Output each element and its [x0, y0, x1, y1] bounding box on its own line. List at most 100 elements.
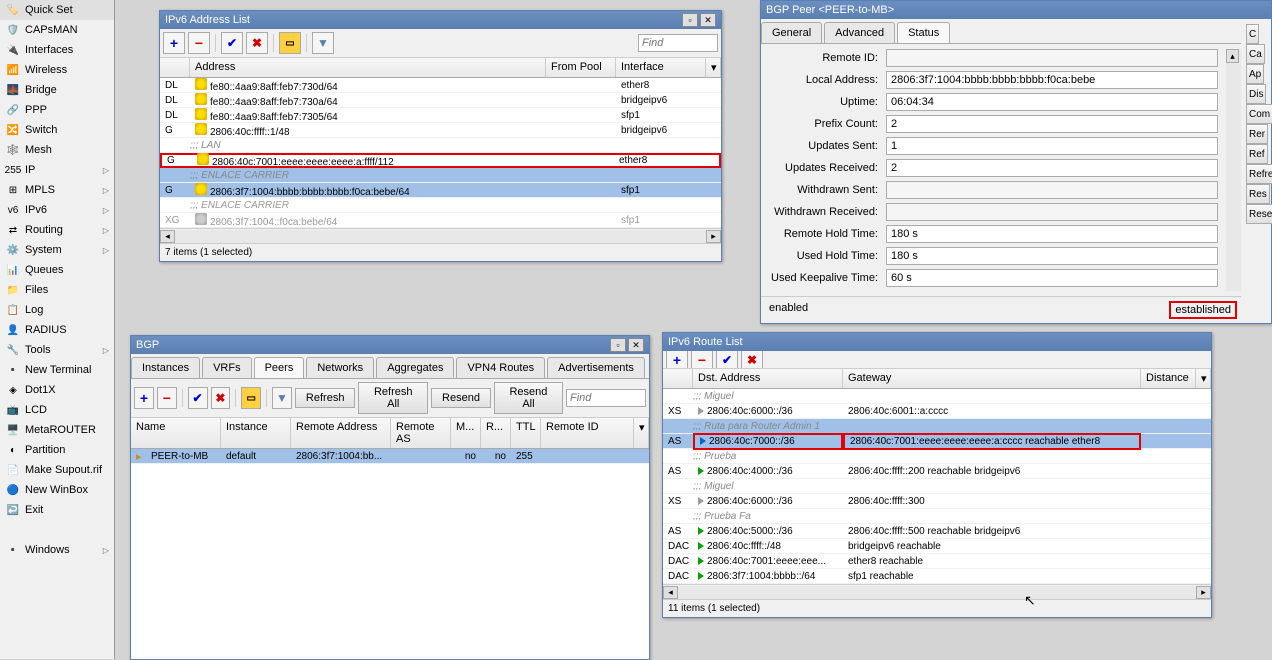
sidebar-item[interactable]: 📺LCD	[0, 400, 114, 420]
table-row[interactable]: ;;; Miguel	[663, 479, 1211, 494]
table-row[interactable]: XS2806:40c:6000::/362806:40c:ffff::300	[663, 494, 1211, 509]
enable-button[interactable]: ✔	[221, 32, 243, 54]
scroll-right-icon[interactable]: ▸	[1196, 586, 1211, 599]
table-row[interactable]: AS2806:40c:5000::/362806:40c:ffff::500 r…	[663, 524, 1211, 539]
tab[interactable]: Advanced	[824, 22, 895, 43]
sidebar-item[interactable]: 🕸️Mesh	[0, 140, 114, 160]
sidebar-item[interactable]: ⚙️System▷	[0, 240, 114, 260]
sidebar-item[interactable]: 📄Make Supout.rif	[0, 460, 114, 480]
find-input[interactable]	[566, 389, 646, 407]
column-header[interactable]: TTL	[511, 418, 541, 448]
sidebar-item[interactable]: ⇄Routing▷	[0, 220, 114, 240]
tab[interactable]: VPN4 Routes	[456, 357, 545, 378]
tab[interactable]: Aggregates	[376, 357, 454, 378]
table-row[interactable]: AS2806:40c:4000::/362806:40c:ffff::200 r…	[663, 464, 1211, 479]
add-button[interactable]: +	[134, 387, 154, 409]
comment-button[interactable]: ▭	[241, 387, 261, 409]
col-dropdown[interactable]: ▾	[706, 58, 721, 77]
tab[interactable]: Networks	[306, 357, 374, 378]
tab[interactable]: Status	[897, 22, 950, 43]
disable-button[interactable]: ✖	[741, 351, 763, 369]
comment-button[interactable]: ▭	[279, 32, 301, 54]
col-from-pool[interactable]: From Pool	[546, 58, 616, 77]
find-input[interactable]	[638, 34, 718, 52]
enable-button[interactable]: ✔	[716, 351, 738, 369]
scroll-right-icon[interactable]: ▸	[706, 230, 721, 243]
action-button[interactable]: Ap	[1246, 64, 1264, 84]
sidebar-item[interactable]: ◐Partition	[0, 440, 114, 460]
col-address[interactable]: Address	[190, 58, 546, 77]
table-row[interactable]: ;;; Prueba Fa	[663, 509, 1211, 524]
close-button[interactable]: ✕	[628, 338, 644, 352]
tab[interactable]: Advertisements	[547, 357, 645, 378]
title-bar[interactable]: IPv6 Address List ▫ ✕	[160, 11, 721, 29]
minimize-button[interactable]: ▫	[682, 13, 698, 27]
sidebar-item[interactable]: ◈Dot1X	[0, 380, 114, 400]
sidebar-item[interactable]: v6IPv6▷	[0, 200, 114, 220]
sidebar-item[interactable]: 🏷️Quick Set	[0, 0, 114, 20]
column-header[interactable]: Remote AS	[391, 418, 451, 448]
sidebar-item[interactable]: 🔧Tools▷	[0, 340, 114, 360]
table-row[interactable]: G2806:3f7:1004:bbbb:bbbb:bbbb:f0ca:bebe/…	[160, 183, 721, 198]
action-button[interactable]: Ref	[1246, 144, 1268, 164]
minimize-button[interactable]: ▫	[610, 338, 626, 352]
table-row[interactable]: G2806:40c:7001:eeee:eeee:eeee:a:ffff/112…	[160, 153, 721, 168]
col-gateway[interactable]: Gateway	[843, 369, 1141, 388]
tab[interactable]: VRFs	[202, 357, 252, 378]
sidebar-item[interactable]	[0, 520, 114, 540]
table-row[interactable]: DAC2806:40c:7001:eeee:eee...ether8 reach…	[663, 554, 1211, 569]
col-dropdown[interactable]: ▾	[1196, 369, 1211, 388]
sidebar-item[interactable]: 📊Queues	[0, 260, 114, 280]
column-header[interactable]: Remote ID	[541, 418, 634, 448]
vscroll[interactable]: ▴	[1226, 49, 1241, 291]
action-button[interactable]: Refre	[1246, 164, 1272, 184]
remove-button[interactable]: −	[188, 32, 210, 54]
action-button[interactable]: C	[1246, 24, 1259, 44]
sidebar-item[interactable]: 🖥️MetaROUTER	[0, 420, 114, 440]
sidebar-item[interactable]: ⊞MPLS▷	[0, 180, 114, 200]
disable-button[interactable]: ✖	[211, 387, 231, 409]
action-button[interactable]: Ca	[1246, 44, 1265, 64]
remove-button[interactable]: −	[691, 351, 713, 369]
action-button[interactable]: Rese	[1246, 204, 1272, 224]
col-distance[interactable]: Distance	[1141, 369, 1196, 388]
refresh-all-button[interactable]: Refresh All	[358, 382, 428, 414]
sidebar-item[interactable]: 255IP▷	[0, 160, 114, 180]
sidebar-item[interactable]: 🔀Switch	[0, 120, 114, 140]
filter-button[interactable]: ▼	[312, 32, 334, 54]
resend-all-button[interactable]: Resend All	[494, 382, 563, 414]
add-button[interactable]: +	[666, 351, 688, 369]
sidebar-item[interactable]: 🛡️CAPsMAN	[0, 20, 114, 40]
disable-button[interactable]: ✖	[246, 32, 268, 54]
sidebar-item[interactable]: ▪️Windows▷	[0, 540, 114, 560]
sidebar-item[interactable]: 🔗PPP	[0, 100, 114, 120]
bgp-peer-row[interactable]: ▸ PEER-to-MB default 2806:3f7:1004:bb...…	[131, 449, 649, 464]
table-row[interactable]: DAC2806:40c:ffff::/48bridgeipv6 reachabl…	[663, 539, 1211, 554]
sidebar-item[interactable]: 🔵New WinBox	[0, 480, 114, 500]
scroll-left-icon[interactable]: ◂	[663, 586, 678, 599]
table-row[interactable]: XS2806:40c:6000::/362806:40c:6001::a:ccc…	[663, 404, 1211, 419]
table-row[interactable]: AS2806:40c:7000::/362806:40c:7001:eeee:e…	[663, 434, 1211, 449]
col-interface[interactable]: Interface	[616, 58, 706, 77]
scroll-left-icon[interactable]: ◂	[160, 230, 175, 243]
tab[interactable]: Instances	[131, 357, 200, 378]
table-row[interactable]: ;;; Prueba	[663, 449, 1211, 464]
table-row[interactable]: G2806:40c:ffff::1/48bridgeipv6	[160, 123, 721, 138]
action-button[interactable]: Res	[1246, 184, 1270, 204]
column-header[interactable]: R...	[481, 418, 511, 448]
sidebar-item[interactable]: 📁Files	[0, 280, 114, 300]
filter-button[interactable]: ▼	[272, 387, 292, 409]
sidebar-item[interactable]: 👤RADIUS	[0, 320, 114, 340]
sidebar-item[interactable]: ▪️New Terminal	[0, 360, 114, 380]
enable-button[interactable]: ✔	[188, 387, 208, 409]
sidebar-item[interactable]: ↩️Exit	[0, 500, 114, 520]
sidebar-item[interactable]: 📋Log	[0, 300, 114, 320]
sidebar-item[interactable]: 🌉Bridge	[0, 80, 114, 100]
resend-button[interactable]: Resend	[431, 388, 491, 408]
hscroll[interactable]: ◂ ▸	[663, 584, 1211, 599]
refresh-button[interactable]: Refresh	[295, 388, 356, 408]
table-row[interactable]: ;;; LAN	[160, 138, 721, 153]
tab[interactable]: General	[761, 22, 822, 43]
sidebar-item[interactable]: 🔌Interfaces	[0, 40, 114, 60]
action-button[interactable]: Rer	[1246, 124, 1268, 144]
